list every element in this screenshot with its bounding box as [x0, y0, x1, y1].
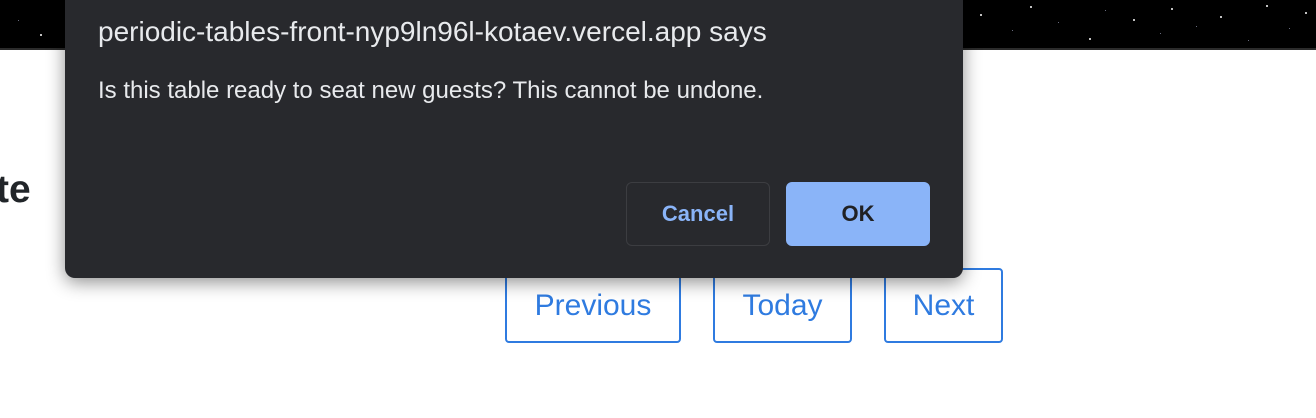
star-dot — [18, 20, 19, 21]
next-button[interactable]: Next — [884, 268, 1003, 343]
today-button[interactable]: Today — [713, 268, 852, 343]
star-dot — [1196, 26, 1197, 27]
page-heading: te — [0, 168, 31, 211]
star-dot — [1160, 33, 1161, 34]
star-dot — [1012, 30, 1013, 31]
star-dot — [1105, 10, 1106, 11]
ok-button[interactable]: OK — [786, 182, 930, 246]
star-dot — [1171, 8, 1173, 10]
star-dot — [1248, 40, 1249, 41]
dialog-title: periodic-tables-front-nyp9ln96l-kotaev.v… — [98, 16, 767, 47]
cancel-button[interactable]: Cancel — [626, 182, 770, 246]
star-dot — [40, 34, 42, 36]
star-dot — [1058, 22, 1059, 23]
star-dot — [1289, 28, 1290, 29]
alert-dialog: periodic-tables-front-nyp9ln96l-kotaev.v… — [65, 0, 963, 278]
star-dot — [1220, 16, 1222, 18]
star-dot — [1266, 5, 1268, 7]
star-dot — [1030, 6, 1032, 8]
dialog-message: Is this table ready to seat new guests? … — [98, 77, 764, 104]
star-dot — [1305, 12, 1307, 14]
previous-button[interactable]: Previous — [505, 268, 681, 343]
cut-off-content — [168, 410, 228, 418]
star-dot — [1133, 19, 1135, 21]
star-dot — [980, 14, 982, 16]
star-dot — [1089, 38, 1091, 40]
